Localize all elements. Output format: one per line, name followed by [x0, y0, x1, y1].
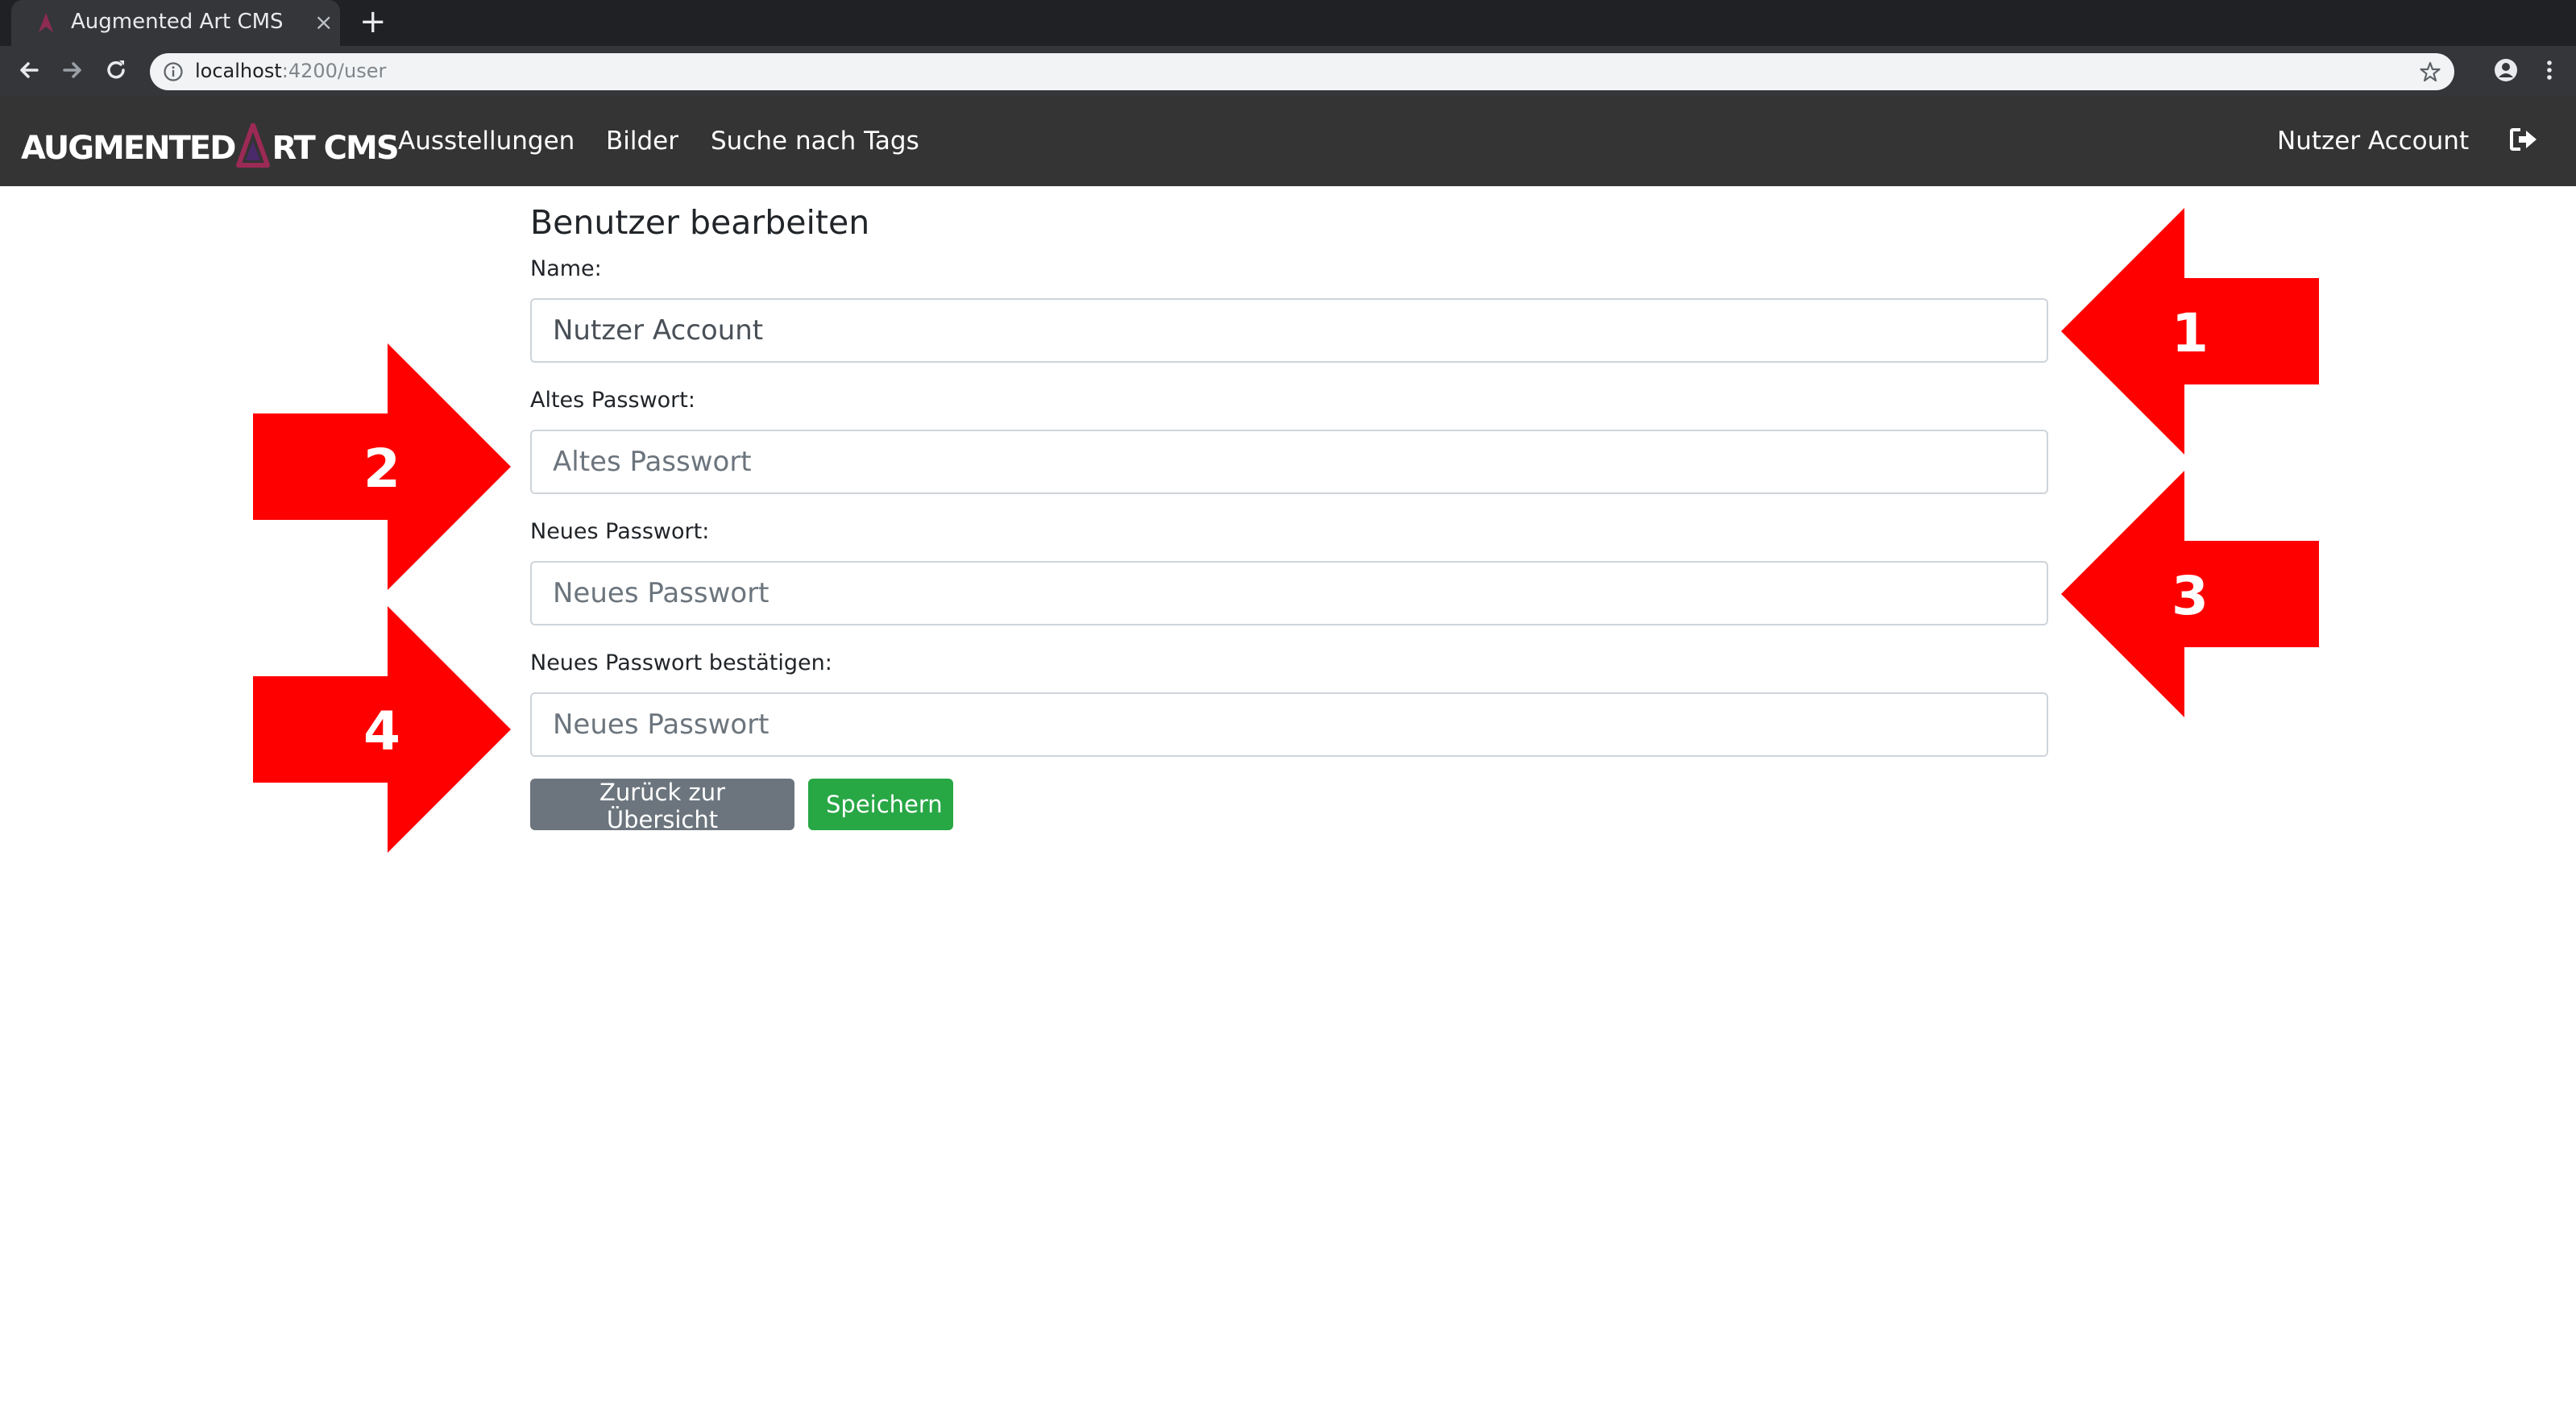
brand-text-left: AUGMENTED [21, 130, 236, 167]
brand-a-logo-icon [236, 123, 271, 168]
site-info-icon[interactable] [163, 61, 184, 82]
brand-text-right: RT CMS [272, 130, 399, 167]
name-input[interactable] [530, 298, 2048, 363]
browser-menu-icon[interactable] [2535, 56, 2564, 85]
logout-icon[interactable] [2509, 127, 2538, 152]
nav-link-ausstellungen[interactable]: Ausstellungen [398, 127, 575, 156]
old-password-input[interactable] [530, 430, 2048, 494]
app-navbar: AUGMENTED RT CMS Ausstellungen Bilder Su… [0, 96, 2576, 186]
new-tab-icon[interactable]: + [359, 3, 387, 40]
url-host: localhost [195, 60, 282, 82]
annotation-number-1: 1 [2172, 302, 2209, 364]
browser-tab-strip: Augmented Art CMS × + [0, 0, 2576, 46]
url-text: localhost:4200/user [195, 60, 386, 82]
new-password-label: Neues Passwort: [530, 519, 710, 544]
name-label: Name: [530, 256, 602, 281]
annotation-number-2: 2 [363, 438, 400, 500]
confirm-password-input[interactable] [530, 692, 2048, 757]
back-arrow-icon[interactable] [15, 56, 44, 85]
address-bar[interactable]: localhost:4200/user [150, 53, 2454, 90]
page-title: Benutzer bearbeiten [530, 203, 870, 242]
annotation-arrow-4: 4 [253, 606, 511, 853]
annotation-arrow-3: 3 [2061, 471, 2319, 717]
back-to-overview-button[interactable]: Zurück zur Übersicht [530, 779, 794, 833]
nav-link-user-account[interactable]: Nutzer Account [2277, 127, 2469, 156]
url-path: :4200/user [281, 60, 387, 82]
browser-tab[interactable]: Augmented Art CMS × [11, 0, 340, 46]
annotation-arrow-1: 1 [2061, 208, 2319, 455]
annotation-number-3: 3 [2172, 565, 2209, 627]
nav-link-bilder[interactable]: Bilder [606, 127, 678, 156]
old-password-label: Altes Passwort: [530, 388, 695, 413]
brand-logo[interactable]: AUGMENTED RT CMS [21, 123, 400, 168]
save-button[interactable]: Speichern [808, 779, 953, 830]
forward-arrow-icon[interactable] [58, 56, 87, 85]
tab-close-icon[interactable]: × [314, 9, 333, 35]
browser-toolbar: localhost:4200/user [0, 46, 2576, 96]
tab-title: Augmented Art CMS [71, 10, 284, 34]
app-favicon-icon [39, 13, 53, 32]
reload-icon[interactable] [102, 56, 131, 85]
nav-link-suche-nach-tags[interactable]: Suche nach Tags [711, 127, 919, 156]
annotation-number-4: 4 [363, 700, 400, 762]
profile-avatar-icon[interactable] [2491, 56, 2520, 85]
new-password-input[interactable] [530, 561, 2048, 625]
bookmark-star-icon[interactable] [2419, 60, 2441, 83]
confirm-password-label: Neues Passwort bestätigen: [530, 650, 832, 675]
annotation-arrow-2: 2 [253, 343, 511, 590]
